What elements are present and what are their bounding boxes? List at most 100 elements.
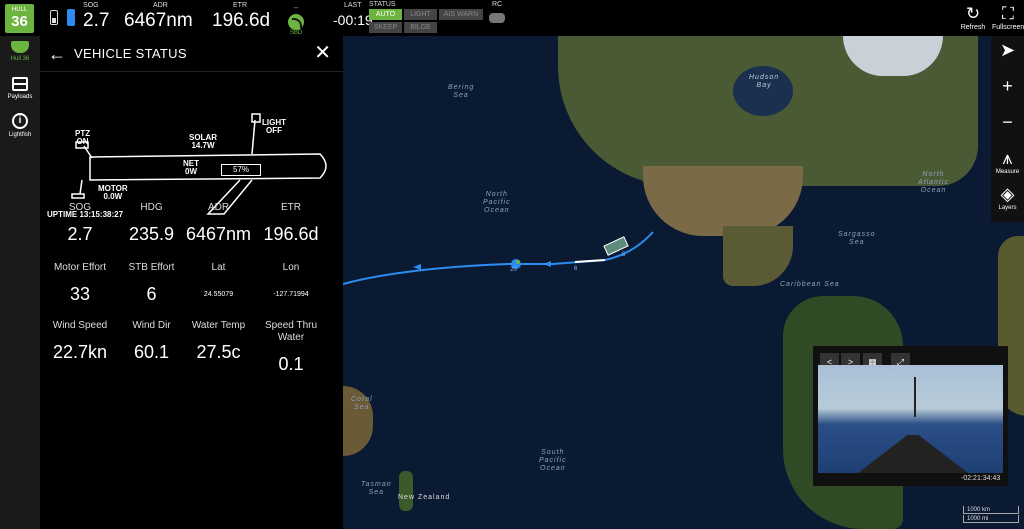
cell-value: -127.71994	[273, 291, 309, 298]
etr-label: ETR	[233, 2, 247, 9]
rc-label: RC	[491, 1, 503, 8]
sbd-comm-indicator: -- SBD	[286, 5, 306, 36]
refresh-button[interactable]: ↻ Refresh	[957, 4, 989, 32]
hdg-cell: HDG 235.9	[118, 202, 185, 245]
solar-label: SOLAR 14.7W	[189, 133, 217, 150]
cell-label: SOG	[68, 202, 92, 213]
gamepad-icon	[489, 13, 505, 23]
cell-label: Speed Thru Water	[264, 320, 318, 343]
cell-label: Water Temp	[191, 320, 246, 331]
ptz-label: PTZ ON	[75, 129, 91, 146]
status-row: Motor Effort 33 STB Effort 6 Lat 24.55079 L…	[40, 262, 343, 305]
status-pill-skeep: SKEEP	[369, 22, 402, 33]
fullscreen-button[interactable]: ⛶ Fullscreen	[992, 4, 1024, 32]
layers-button[interactable]: ◈ Layers	[991, 180, 1024, 216]
sog-stat: SOG 2.7	[83, 2, 109, 32]
last-stat: LAST -00:19	[333, 2, 373, 30]
scale-mi: 1000 mi	[963, 515, 1019, 523]
map-scale: 1000 km 1000 mi	[963, 506, 1019, 524]
battery-percent: 57%	[221, 164, 261, 176]
zoom-out-icon: −	[1002, 112, 1013, 132]
sog-value: 2.7	[83, 10, 110, 31]
cell-value: 196.6d	[263, 224, 319, 244]
light-label: LIGHT OFF	[262, 118, 286, 135]
fullscreen-icon: ⛶	[1002, 4, 1014, 23]
sog-label: SOG	[83, 2, 99, 9]
status-label: STATUS	[369, 1, 396, 8]
back-arrow-icon[interactable]: ←	[48, 45, 66, 63]
nav-item-payloads-label: Payloads	[7, 94, 33, 100]
etr-value: 196.6d	[212, 10, 271, 31]
cell-value: 33	[69, 284, 91, 304]
measure-icon: ⩚	[1002, 148, 1013, 168]
vehicle-status-panel: ← VEHICLE STATUS ✕ PTZ ON SOLAR 14.7W LIGH…	[40, 36, 343, 529]
measure-label: Measure	[995, 169, 1020, 175]
battery-icon	[67, 9, 75, 26]
motor-effort-cell: Motor Effort 33	[42, 262, 118, 305]
adr-cell: ADR 6467nm	[185, 202, 252, 245]
cell-value: 6	[146, 284, 157, 304]
locate-button[interactable]: ➤	[991, 36, 1024, 72]
hull-badge-number: 36	[11, 13, 28, 30]
close-icon[interactable]: ✕	[314, 43, 331, 63]
nav-item-hull[interactable]: Hull 36	[0, 36, 40, 72]
refresh-label: Refresh	[960, 24, 986, 31]
cell-label: Lat	[211, 262, 226, 273]
camera-timestamp: -02:21:34:43	[961, 475, 1001, 482]
status-pills: AUTO LIGHT AIS WARN SKEEP BILGE	[369, 9, 483, 33]
lon-cell: Lon -127.71994	[252, 262, 330, 305]
last-value: -00:19	[333, 12, 373, 28]
rc-indicator: RC	[488, 1, 506, 23]
etr-stat: ETR 196.6d	[212, 2, 270, 32]
info-icon: i	[12, 113, 28, 129]
cell-value: 27.5c	[196, 342, 241, 362]
status-pill-ais-warn: AIS WARN	[439, 9, 483, 20]
measure-button[interactable]: ⩚ Measure	[991, 144, 1024, 180]
water-temp-cell: Water Temp 27.5c	[185, 320, 252, 375]
hull-badge[interactable]: HULL 36	[5, 4, 34, 33]
wind-speed-cell: Wind Speed 22.7kn	[42, 320, 118, 375]
panel-header: ← VEHICLE STATUS	[40, 36, 343, 72]
camera-deck	[858, 435, 968, 473]
adr-label: ADR	[153, 2, 168, 9]
cell-label: STB Effort	[128, 262, 175, 273]
cell-value: 6467nm	[185, 224, 252, 244]
refresh-icon: ↻	[965, 4, 981, 23]
adr-value: 6467nm	[124, 10, 193, 31]
cell-label: ETR	[281, 202, 301, 213]
status-pill-bilge: BILGE	[404, 22, 437, 33]
camera-panel: < > ▦ ⤢ -02:21:34:43	[813, 346, 1008, 486]
nav-item-hull-label: Hull 36	[10, 56, 30, 62]
scale-km: 1000 km	[963, 506, 1019, 514]
nav-item-lightfish[interactable]: i Lightfish	[0, 108, 40, 144]
track-marker-5: 5	[622, 252, 626, 258]
layers-label: Layers	[998, 205, 1017, 211]
track-marker-6: 6	[574, 266, 578, 272]
cell-value: 235.9	[128, 224, 175, 244]
cell-label: HDG	[140, 202, 163, 213]
status-row: Wind Speed 22.7kn Wind Dir 60.1 Water Temp…	[40, 320, 343, 375]
nav-item-payloads[interactable]: Payloads	[0, 72, 40, 108]
boat-icon	[11, 41, 29, 53]
speed-thru-water-cell: Speed Thru Water 0.1	[252, 320, 330, 375]
lat-cell: Lat 24.55079	[185, 262, 252, 305]
payload-icon	[12, 77, 28, 91]
status-pill-light: LIGHT	[404, 9, 437, 20]
net-label: NET 0W	[183, 159, 199, 176]
status-grid: SOG 2.7 HDG 235.9 ADR 6467nm ETR 196.6d Moto…	[40, 196, 343, 375]
comm-dash: --	[293, 5, 299, 12]
sog-cell: SOG 2.7	[42, 202, 118, 245]
etr-cell: ETR 196.6d	[252, 202, 330, 245]
cell-label: Wind Speed	[52, 320, 108, 331]
locate-icon: ➤	[999, 40, 1016, 60]
status-block: STATUS AUTO LIGHT AIS WARN SKEEP BILGE	[369, 1, 483, 33]
status-pill-auto: AUTO	[369, 9, 402, 20]
nav-item-lightfish-label: Lightfish	[8, 132, 32, 138]
track-marker-20: 20	[510, 267, 517, 273]
cell-value: 22.7kn	[52, 342, 108, 362]
stb-effort-cell: STB Effort 6	[118, 262, 185, 305]
fullscreen-label: Fullscreen	[992, 24, 1024, 31]
zoom-out-button[interactable]: −	[991, 108, 1024, 144]
zoom-in-button[interactable]: +	[991, 72, 1024, 108]
camera-mast	[914, 377, 916, 417]
